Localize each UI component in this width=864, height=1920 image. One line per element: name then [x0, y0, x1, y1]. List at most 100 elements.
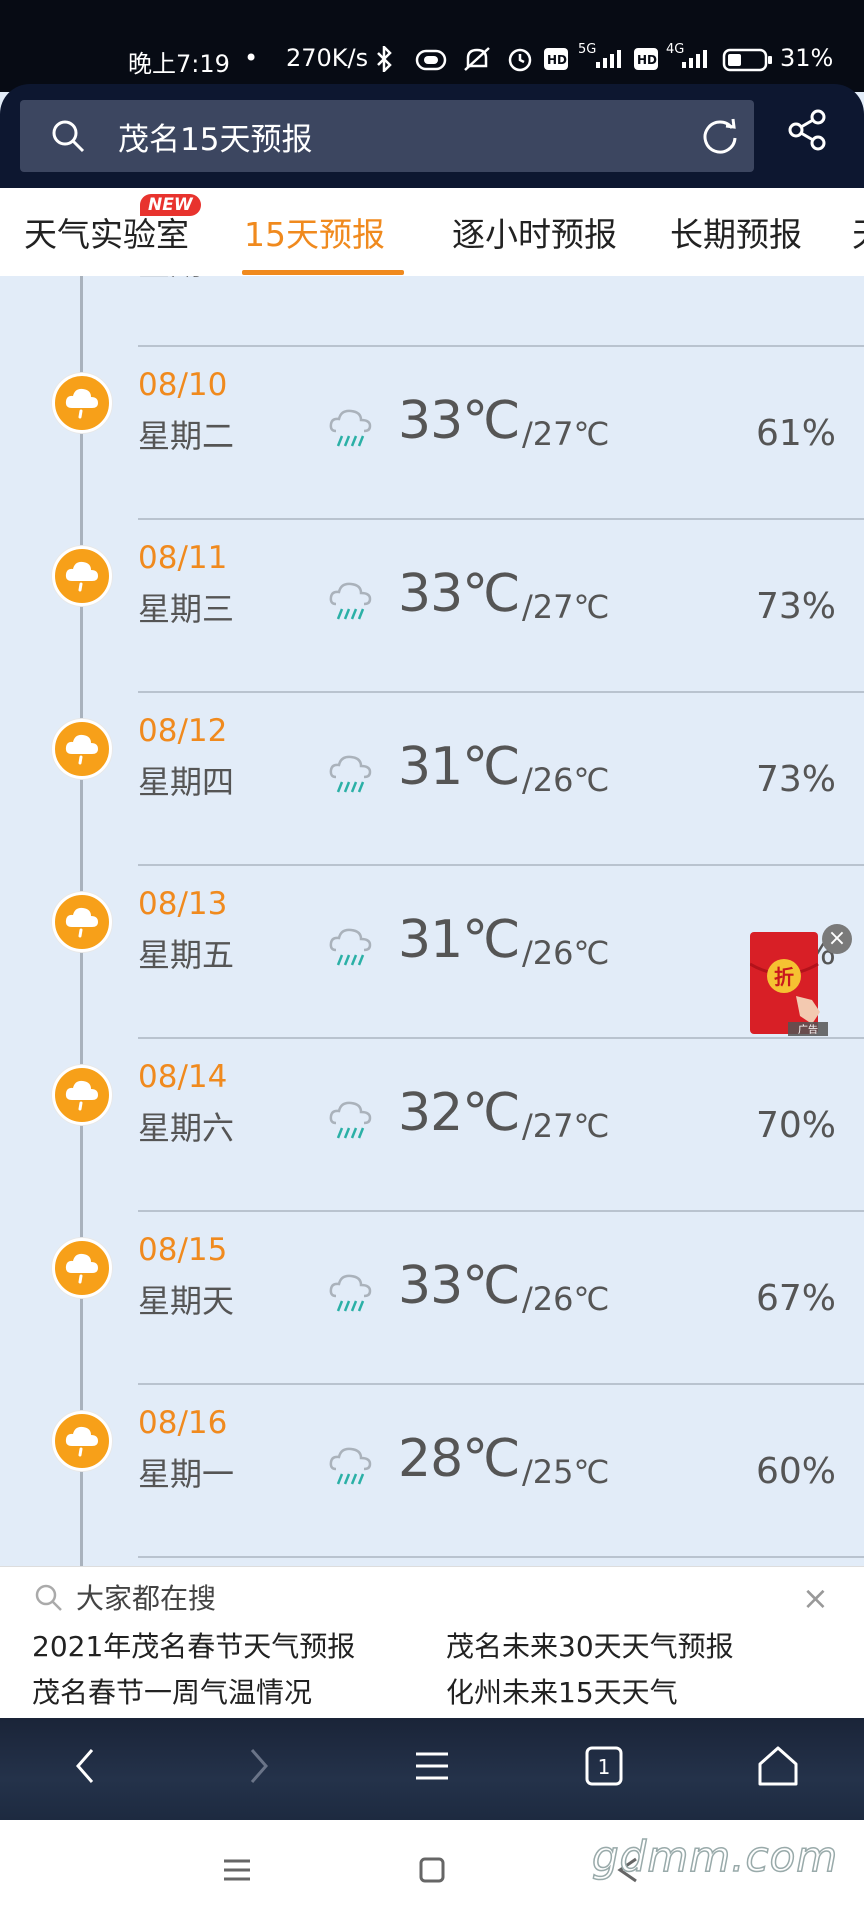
forecast-humidity: 67% — [755, 1278, 836, 1319]
cloud-rain-icon — [52, 719, 112, 779]
refresh-icon[interactable] — [700, 116, 740, 156]
forecast-row[interactable]: 08/14 星期六 32℃/27℃ 70% — [0, 1039, 864, 1212]
forecast-low-temp: /27℃ — [522, 588, 610, 626]
recents-icon[interactable] — [222, 1856, 252, 1884]
forecast-row[interactable]: 08/09星期一34℃/27℃70% — [0, 276, 864, 347]
rain-icon — [329, 755, 372, 793]
forecast-list[interactable]: 08/09星期一34℃/27℃70%08/10星期二33℃/27℃61%08/1… — [0, 276, 864, 1566]
forecast-weekday: 星期二 — [138, 417, 235, 455]
forecast-weekday: 星期五 — [138, 936, 235, 974]
status-net-speed: 270K/s — [286, 44, 369, 72]
tab-hourly-forecast[interactable]: 逐小时预报 — [452, 208, 617, 256]
forecast-weekday: 星期三 — [138, 590, 235, 628]
rain-icon — [328, 276, 378, 278]
forecast-row[interactable]: 08/13 星期五 31℃/26℃% — [0, 866, 864, 1039]
forecast-weekday: 星期一 — [138, 276, 234, 284]
cloud-rain-icon — [52, 546, 112, 606]
vibrate-icon — [415, 49, 447, 71]
bluetooth-icon — [377, 46, 392, 72]
rain-icon — [329, 409, 372, 447]
forecast-date: 08/11 — [138, 540, 228, 576]
status-time: 晚上7:19 — [128, 50, 230, 78]
forecast-high-temp: 31℃ — [398, 910, 521, 970]
hd-icon-2: HD — [634, 48, 658, 70]
cloud-rain-icon — [52, 892, 112, 952]
forecast-row[interactable]: 08/15 星期天 33℃/26℃ 67% — [0, 1212, 864, 1385]
5g-signal-icon — [596, 50, 621, 68]
rain-icon — [329, 1101, 372, 1139]
cloud-rain-icon — [52, 1065, 112, 1125]
status-bar: 晚上7:19 • 270K/s HD 5G HD 4G 31% — [0, 0, 864, 92]
forecast-low-temp: /27℃ — [522, 276, 609, 280]
hd-icon: HD — [544, 48, 568, 70]
hot-search-link[interactable]: 化州未来15天天气 — [446, 1671, 678, 1711]
forecast-row[interactable]: 08/10 星期二 33℃/27℃ 61% — [0, 347, 864, 520]
ad-close-button[interactable]: × — [822, 924, 852, 954]
new-badge: NEW — [140, 194, 201, 216]
search-box[interactable]: 茂名15天预报 — [20, 100, 754, 172]
search-query[interactable]: 茂名15天预报 — [118, 114, 312, 159]
forecast-date: 08/13 — [138, 886, 228, 922]
forecast-row[interactable]: 08/11 星期三 33℃/27℃ 73% — [0, 520, 864, 693]
forecast-row[interactable]: 08/16 星期一 28℃/25℃ 60% — [0, 1385, 864, 1558]
red-envelope-ad[interactable]: 折 广告 — [750, 928, 832, 1038]
tabs-icon[interactable]: 1 — [584, 1744, 624, 1788]
forecast-humidity: 61% — [755, 413, 836, 454]
forecast-humidity: 73% — [755, 586, 836, 627]
4g-signal-icon — [682, 50, 707, 68]
browser-nav-bar: 1 — [0, 1718, 864, 1820]
hot-search-link[interactable]: 2021年茂名春节天气预报 — [32, 1625, 355, 1665]
watermark: gdmm.com — [591, 1831, 839, 1882]
tab-bar: 天气实验室 NEW 15天预报 逐小时预报 长期预报 天 — [0, 188, 864, 276]
forecast-date: 08/12 — [138, 713, 228, 749]
tab-long-term-forecast[interactable]: 长期预报 — [670, 208, 802, 256]
rain-icon — [329, 1274, 372, 1312]
forecast-high-temp: 32℃ — [398, 1083, 521, 1143]
alarm-icon — [508, 48, 532, 72]
cloud-rain-icon — [52, 1238, 112, 1298]
forecast-low-temp: /25℃ — [522, 1453, 610, 1491]
svg-text:HD: HD — [637, 53, 657, 67]
hot-search-title: 大家都在搜 — [76, 1582, 217, 1615]
tab-15-day-forecast[interactable]: 15天预报 — [244, 208, 385, 256]
search-icon-small — [35, 1584, 62, 1611]
forecast-weekday: 星期天 — [138, 1282, 235, 1320]
forecast-humidity: 73% — [755, 759, 836, 800]
hot-search-close-icon[interactable]: × — [802, 1579, 829, 1617]
forecast-low-temp: /26℃ — [522, 1280, 610, 1318]
battery-percent: 31% — [780, 44, 834, 72]
forecast-low-temp: /27℃ — [522, 415, 610, 453]
forecast-row[interactable]: 08/12 星期四 31℃/26℃ 73% — [0, 693, 864, 866]
search-icon — [52, 120, 85, 153]
forward-icon[interactable] — [242, 1744, 274, 1788]
forecast-low-temp: /26℃ — [522, 934, 610, 972]
active-tab-indicator — [242, 270, 404, 275]
forecast-high-temp: 33℃ — [398, 564, 521, 624]
back-icon[interactable] — [70, 1744, 102, 1788]
forecast-high-temp: 33℃ — [398, 1256, 521, 1316]
ad-label: 广告 — [798, 1023, 818, 1036]
forecast-high-temp: 34℃ — [398, 276, 521, 278]
forecast-date: 08/16 — [138, 1405, 228, 1441]
share-icon[interactable] — [786, 108, 830, 152]
forecast-low-temp: /26℃ — [522, 761, 610, 799]
forecast-date: 08/15 — [138, 1232, 228, 1268]
home-square-icon[interactable] — [418, 1856, 446, 1884]
forecast-low-temp: /27℃ — [522, 1107, 610, 1145]
forecast-humidity: 70% — [756, 276, 836, 281]
forecast-humidity: 60% — [755, 1451, 836, 1492]
hot-search-link[interactable]: 茂名春节一周气温情况 — [32, 1671, 312, 1711]
tab-more[interactable]: 天 — [852, 208, 864, 256]
rain-icon — [329, 928, 372, 966]
cloud-rain-icon — [52, 373, 112, 433]
forecast-high-temp: 33℃ — [398, 391, 521, 451]
battery-icon — [722, 48, 772, 72]
ad-badge-text: 折 — [774, 965, 794, 989]
status-dot: • — [244, 44, 259, 72]
hot-search-link[interactable]: 茂名未来30天天气预报 — [446, 1625, 734, 1665]
row-divider — [138, 1556, 864, 1558]
home-icon[interactable] — [756, 1744, 800, 1788]
forecast-date: 08/10 — [138, 367, 228, 403]
forecast-weekday: 星期六 — [138, 1109, 235, 1147]
menu-icon[interactable] — [412, 1744, 452, 1788]
